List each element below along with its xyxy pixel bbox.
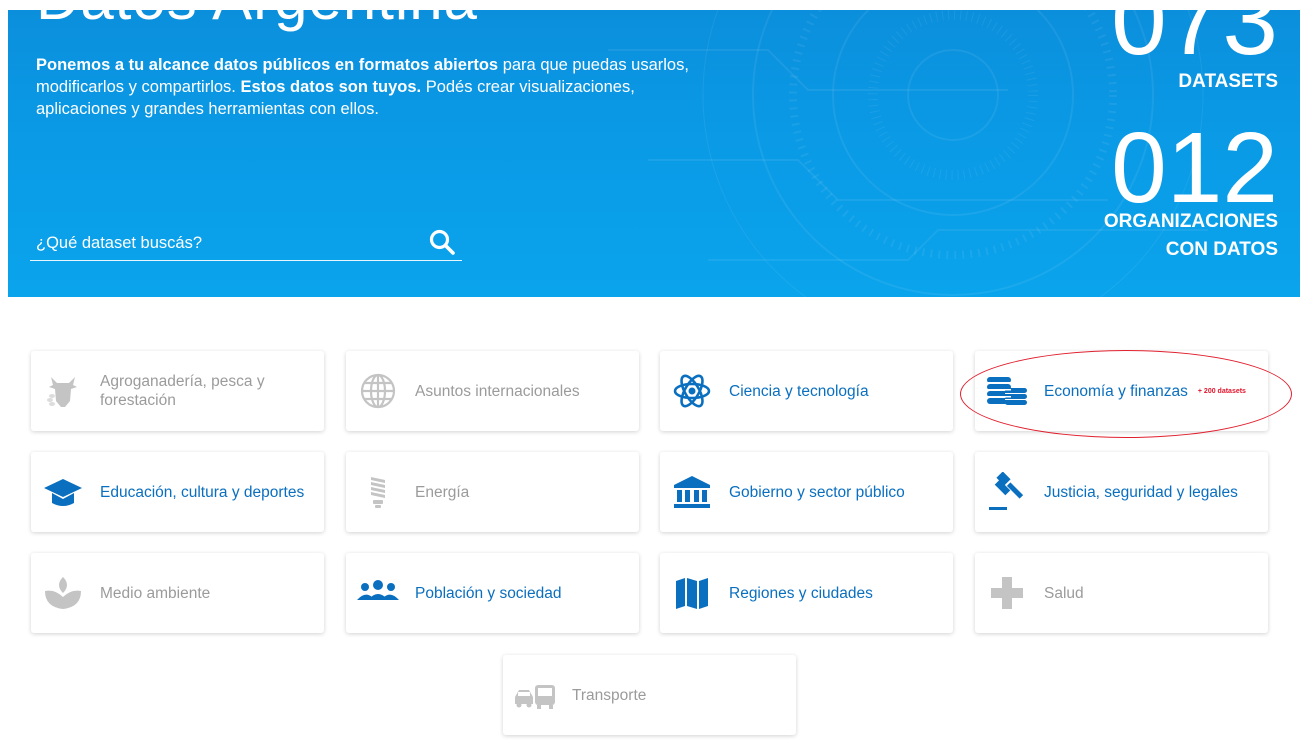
category-educacion[interactable]: Educación, cultura y deportes [31, 452, 324, 532]
atom-icon [670, 371, 714, 411]
health-cross-icon [985, 573, 1029, 613]
datasets-stat: 073 DATASETS [1111, 10, 1278, 96]
gavel-icon [985, 472, 1029, 512]
government-building-icon [670, 472, 714, 512]
category-ciencia-tecnologia[interactable]: Ciencia y tecnología [660, 351, 953, 431]
leaf-icon [41, 573, 85, 613]
lightbulb-icon [356, 472, 400, 512]
category-gobierno[interactable]: Gobierno y sector público [660, 452, 953, 532]
category-justicia[interactable]: Justicia, seguridad y legales [975, 452, 1268, 532]
map-icon [670, 573, 714, 613]
graduation-cap-icon [41, 472, 85, 512]
organizations-label: ORGANIZACIONES CON DATOS [1103, 211, 1278, 260]
category-transporte[interactable]: Transporte [503, 655, 796, 735]
organizations-stat: 012 ORGANIZACIONES CON DATOS [1104, 118, 1278, 264]
category-agroganaderia[interactable]: Agroganadería, pesca y forestación [31, 351, 324, 431]
category-poblacion[interactable]: Población y sociedad [346, 553, 639, 633]
people-icon [356, 573, 400, 613]
dataset-search [30, 226, 462, 261]
search-icon[interactable] [428, 228, 456, 256]
globe-icon [356, 371, 400, 411]
category-economia-finanzas[interactable]: Economía y finanzas + 200 datasets [975, 351, 1268, 431]
hero-banner: Datos Argentina Ponemos a tu alcance dat… [8, 10, 1300, 297]
category-asuntos-internacionales[interactable]: Asuntos internacionales [346, 351, 639, 431]
organizations-count: 012 [1111, 112, 1278, 224]
coins-icon [985, 371, 1029, 411]
car-bus-icon [513, 675, 557, 715]
cow-icon [41, 371, 85, 411]
datasets-count: 073 [1111, 10, 1278, 76]
category-regiones[interactable]: Regiones y ciudades [660, 553, 953, 633]
category-energia[interactable]: Energía [346, 452, 639, 532]
category-salud[interactable]: Salud [975, 553, 1268, 633]
category-medio-ambiente[interactable]: Medio ambiente [31, 553, 324, 633]
page-title: Datos Argentina [36, 10, 478, 33]
dataset-count-note: + 200 datasets [1197, 387, 1246, 395]
hero-description: Ponemos a tu alcance datos públicos en f… [36, 56, 689, 118]
search-input[interactable] [30, 230, 416, 256]
